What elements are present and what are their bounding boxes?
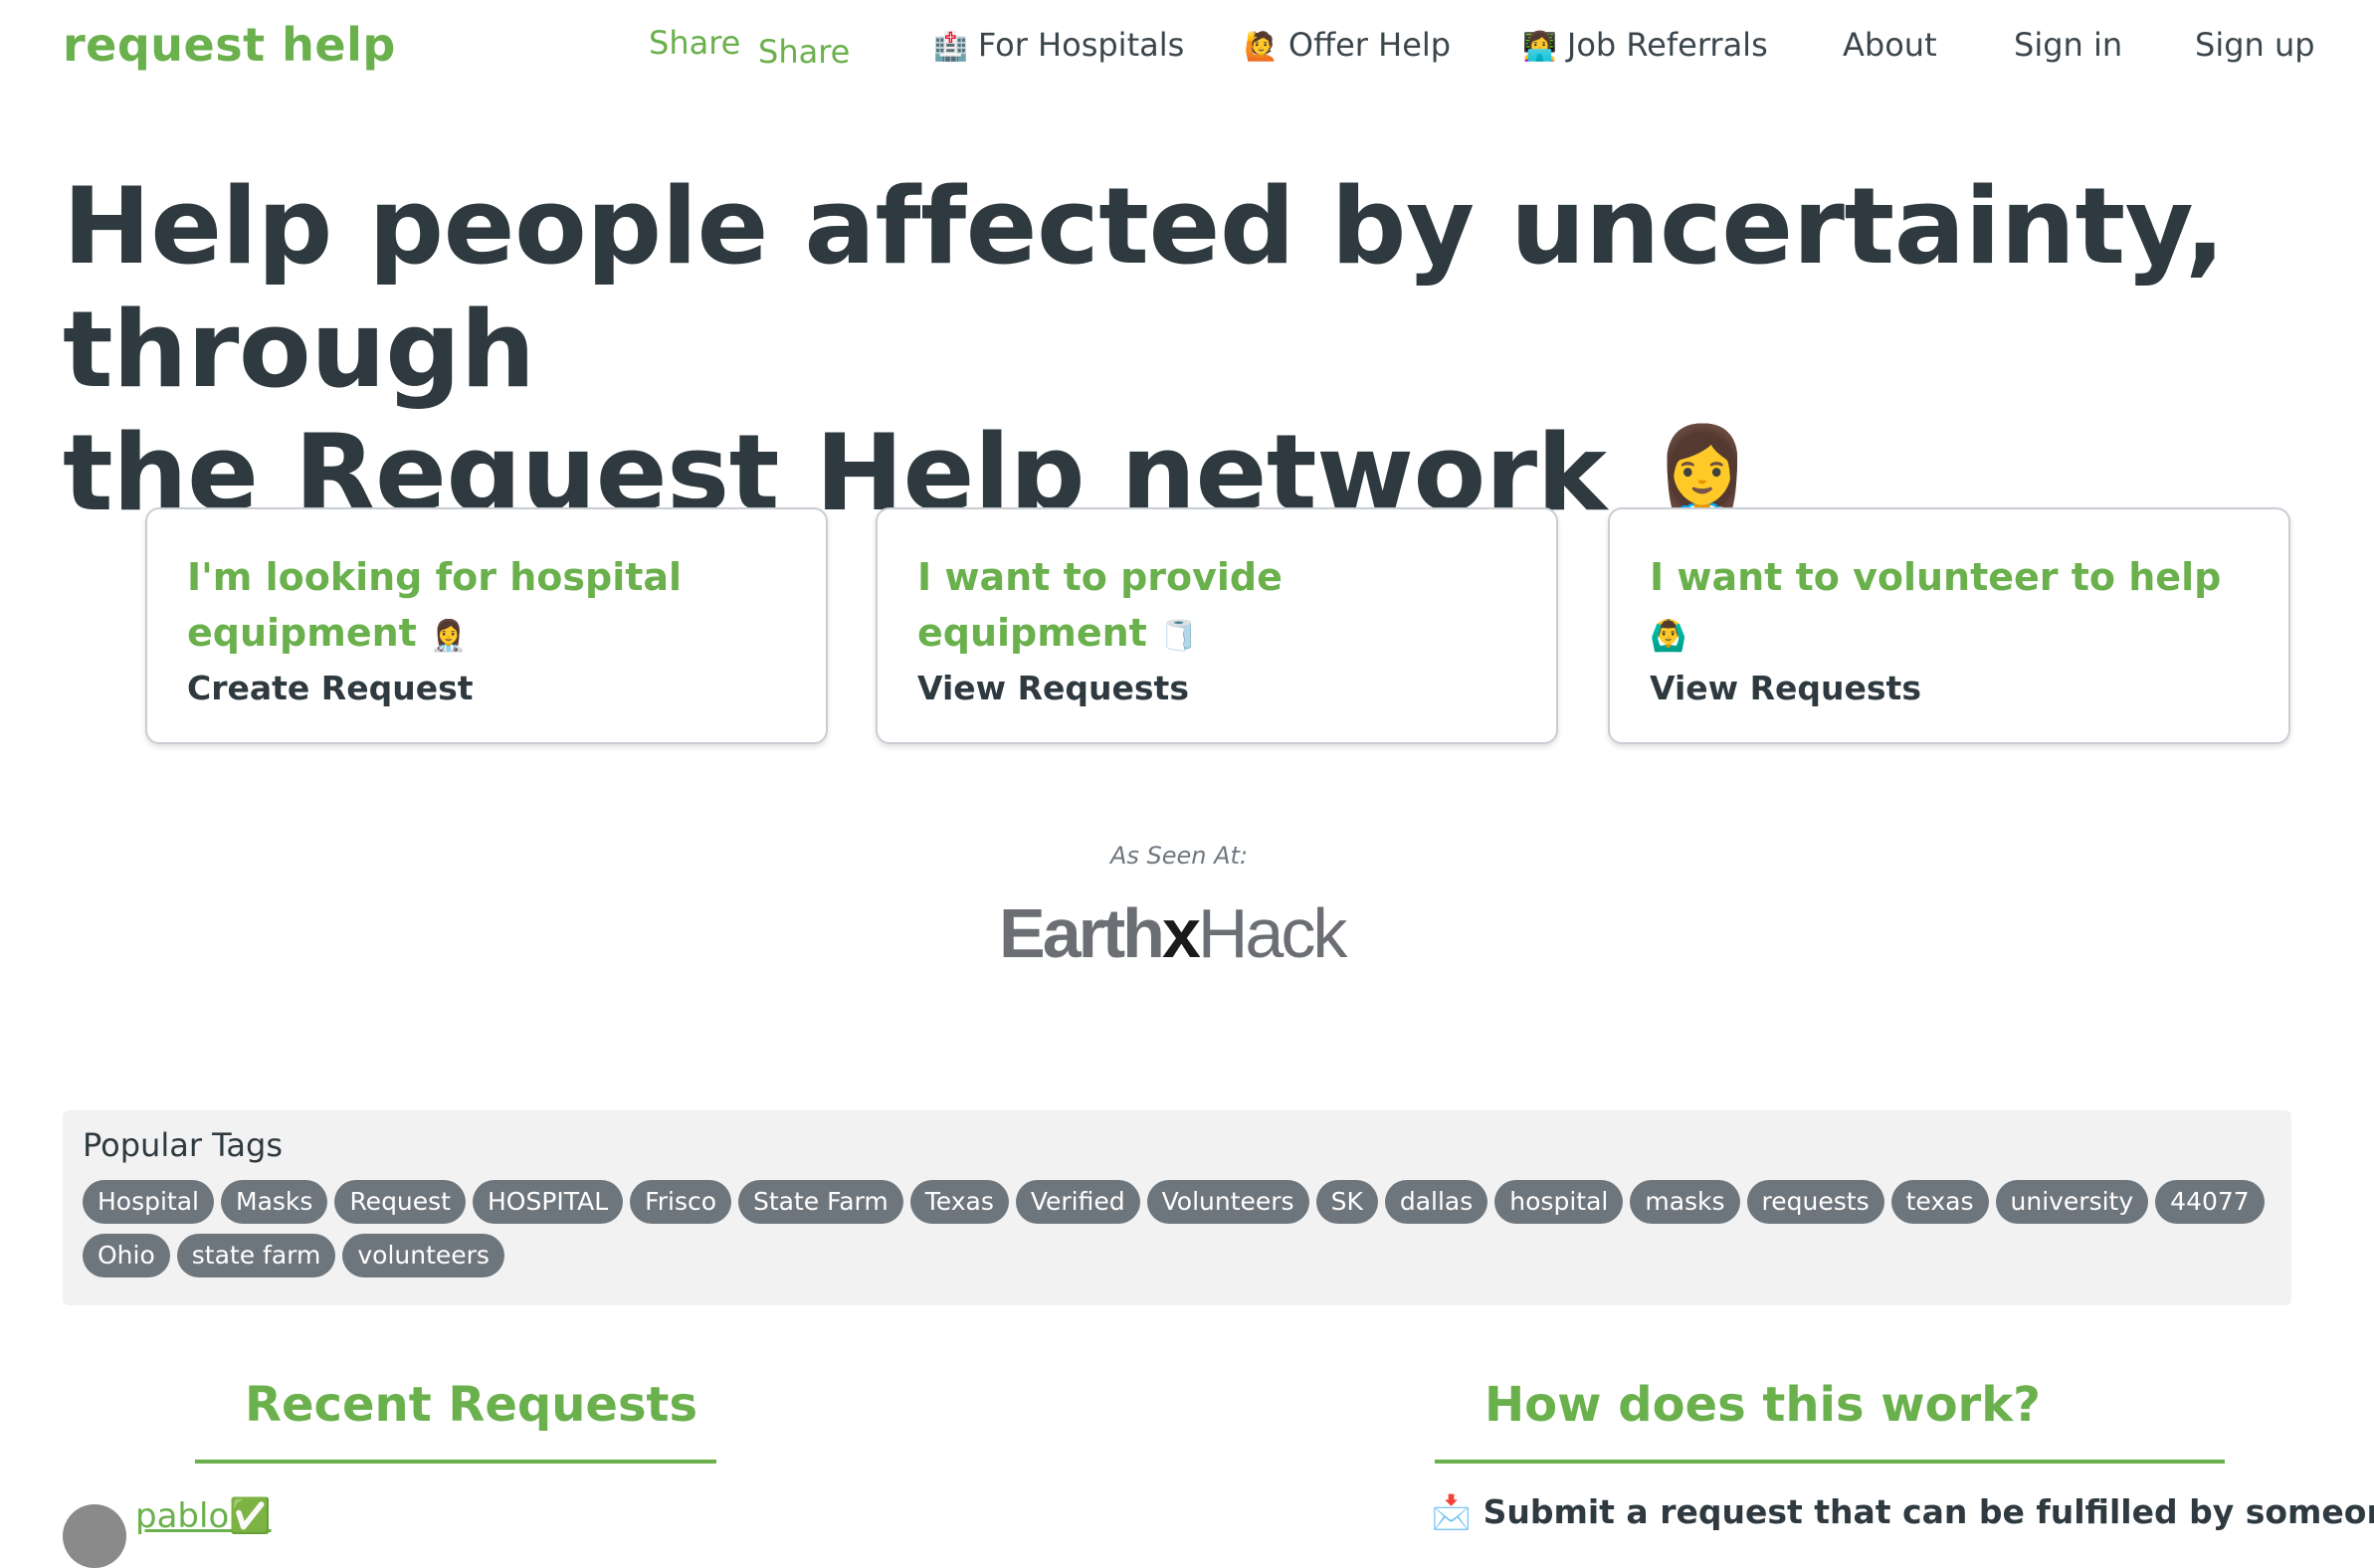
card-provide-equipment[interactable]: I want to provide equipment 🧻 View Reque… — [876, 507, 1558, 744]
tag-chip[interactable]: university — [1995, 1180, 2149, 1224]
share-button[interactable]: Share — [649, 24, 740, 62]
tag-chip[interactable]: 44077 — [2155, 1180, 2265, 1224]
tag-chip[interactable]: Verified — [1015, 1180, 1140, 1224]
raising-hand-icon: 🙋 — [1244, 30, 1279, 63]
as-seen-at-label: As Seen At: — [1109, 842, 1249, 870]
popular-tags-label: Popular Tags — [83, 1126, 283, 1164]
nav-for-hospitals-label: For Hospitals — [977, 26, 1185, 64]
nav-for-hospitals[interactable]: 🏥 For Hospitals — [933, 26, 1184, 64]
avatar[interactable] — [63, 1504, 126, 1568]
nav-offer-help[interactable]: 🙋 Offer Help — [1244, 26, 1451, 64]
tag-chip[interactable]: SK — [1315, 1180, 1378, 1224]
popular-tags-panel: Popular Tags Hospital Masks Request HOSPITA… — [63, 1110, 2291, 1305]
nav-job-referrals[interactable]: 👩‍💻 Job Referrals — [1522, 26, 1768, 64]
nav-sign-in[interactable]: Sign in — [2014, 26, 2122, 64]
hero-line-1: Help people affected by uncertainty, thr… — [63, 165, 2225, 411]
card-volunteer[interactable]: I want to volunteer to help 🙆‍♂️ View Re… — [1608, 507, 2290, 744]
tag-chip[interactable]: requests — [1746, 1180, 1884, 1224]
tag-chip[interactable]: Ohio — [83, 1234, 170, 1277]
logo-part-x: x — [1161, 894, 1201, 972]
card-title-line-1: I'm looking for hospital — [187, 555, 683, 599]
card-title: I want to provide equipment 🧻 — [917, 549, 1516, 665]
tag-chip[interactable]: hospital — [1494, 1180, 1624, 1224]
tag-chip[interactable]: masks — [1630, 1180, 1740, 1224]
card-title-line-1: I want to provide equipment — [917, 555, 1283, 655]
nav-sign-up[interactable]: Sign up — [2195, 26, 2315, 64]
health-worker-icon: 👩‍⚕️ — [430, 619, 468, 654]
how-step-1: 📩 Submit a request that can be fulfilled… — [1431, 1492, 2374, 1532]
technologist-icon: 👩‍💻 — [1522, 30, 1557, 63]
hospital-icon: 🏥 — [933, 30, 968, 63]
tag-chip[interactable]: state farm — [176, 1234, 336, 1277]
card-title: I'm looking for hospital equipment 👩‍⚕️ — [187, 549, 786, 665]
tag-chip[interactable]: Volunteers — [1146, 1180, 1309, 1224]
share-button-secondary[interactable]: Share — [758, 33, 850, 71]
view-requests-link[interactable]: View Requests — [1650, 669, 1921, 707]
recent-requests-underline — [195, 1460, 716, 1464]
hero-heading: Help people affected by uncertainty, thr… — [63, 165, 2311, 538]
earthxhack-logo: EarthxHack — [999, 893, 1347, 973]
tag-list: Hospital Masks Request HOSPITAL Frisco State … — [83, 1180, 2272, 1277]
tag-chip[interactable]: Texas — [909, 1180, 1009, 1224]
card-title-line-2: equipment — [187, 611, 417, 655]
how-it-works-heading: How does this work? — [1484, 1377, 2041, 1433]
tag-chip[interactable]: volunteers — [342, 1234, 504, 1277]
nav-about[interactable]: About — [1843, 26, 1937, 64]
tag-chip[interactable]: dallas — [1384, 1180, 1488, 1224]
brand-logo[interactable]: request help — [63, 18, 396, 72]
tag-chip[interactable]: Request — [334, 1180, 466, 1224]
nav-job-referrals-label: Job Referrals — [1566, 26, 1768, 64]
tag-chip[interactable]: HOSPITAL — [473, 1180, 624, 1224]
toilet-paper-icon: 🧻 — [1160, 619, 1198, 654]
nav-offer-help-label: Offer Help — [1287, 26, 1452, 64]
recent-requests-heading: Recent Requests — [245, 1377, 698, 1433]
create-request-link[interactable]: Create Request — [187, 669, 474, 707]
tag-chip[interactable]: Hospital — [83, 1180, 215, 1224]
tag-chip[interactable]: texas — [1890, 1180, 1989, 1224]
view-requests-link[interactable]: View Requests — [917, 669, 1189, 707]
how-it-works-underline — [1435, 1460, 2225, 1464]
card-title: I want to volunteer to help 🙆‍♂️ — [1650, 549, 2249, 665]
logo-part-hack: Hack — [1197, 894, 1347, 972]
tag-chip[interactable]: Frisco — [630, 1180, 732, 1224]
tag-chip[interactable]: State Farm — [738, 1180, 903, 1224]
logo-part-earth: Earth — [999, 894, 1165, 972]
card-title-line-1: I want to volunteer to help — [1650, 555, 2222, 599]
request-user-link[interactable]: pablo✅ — [135, 1496, 272, 1536]
tag-chip[interactable]: Masks — [221, 1180, 328, 1224]
card-request-equipment[interactable]: I'm looking for hospital equipment 👩‍⚕️ … — [145, 507, 828, 744]
person-gesturing-ok-icon: 🙆‍♂️ — [1650, 619, 1687, 654]
